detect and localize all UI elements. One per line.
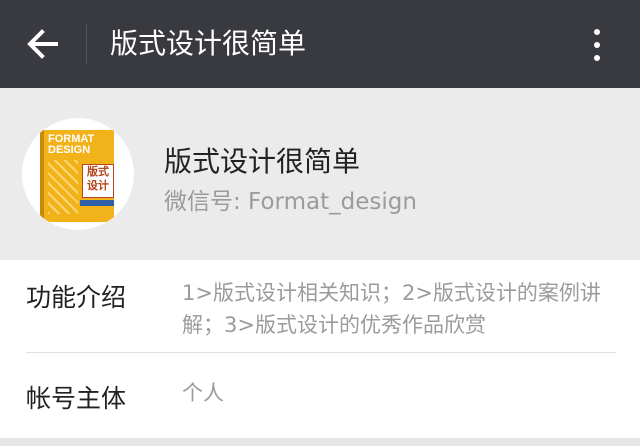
- account-owner-label: 帐号主体: [26, 384, 127, 413]
- account-name: 版式设计很简单: [164, 145, 361, 178]
- function-intro-row: 功能介绍 1>版式设计相关知识；2>版式设计的案例讲解；3>版式设计的优秀作品欣…: [0, 260, 640, 352]
- wechat-id: 微信号: Format_design: [164, 189, 417, 215]
- topbar-divider: [86, 24, 87, 64]
- page-title: 版式设计很简单: [110, 27, 307, 60]
- book-cover-cn: 版式 设计: [82, 164, 114, 198]
- top-bar: 版式设计很简单: [0, 0, 640, 88]
- account-info: 功能介绍 1>版式设计相关知识；2>版式设计的案例讲解；3>版式设计的优秀作品欣…: [0, 260, 640, 438]
- arrow-left-icon: [27, 29, 58, 59]
- more-vertical-icon: [594, 29, 600, 35]
- book-cover-image: FORMAT DESIGN 版式 设计: [40, 130, 114, 222]
- account-owner-row: 帐号主体 个人: [0, 353, 640, 438]
- function-intro-label: 功能介绍: [26, 283, 127, 312]
- function-intro-value: 1>版式设计相关知识；2>版式设计的案例讲解；3>版式设计的优秀作品欣赏: [182, 281, 601, 337]
- bottom-separator: [0, 438, 640, 446]
- back-button[interactable]: [22, 24, 66, 64]
- account-profile: FORMAT DESIGN 版式 设计 版式设计很简单 微信号: Format_de…: [0, 88, 640, 260]
- avatar[interactable]: FORMAT DESIGN 版式 设计: [22, 118, 134, 230]
- account-owner-value: 个人: [182, 381, 224, 405]
- more-button[interactable]: [584, 26, 610, 64]
- book-cover-title: FORMAT DESIGN: [48, 133, 95, 156]
